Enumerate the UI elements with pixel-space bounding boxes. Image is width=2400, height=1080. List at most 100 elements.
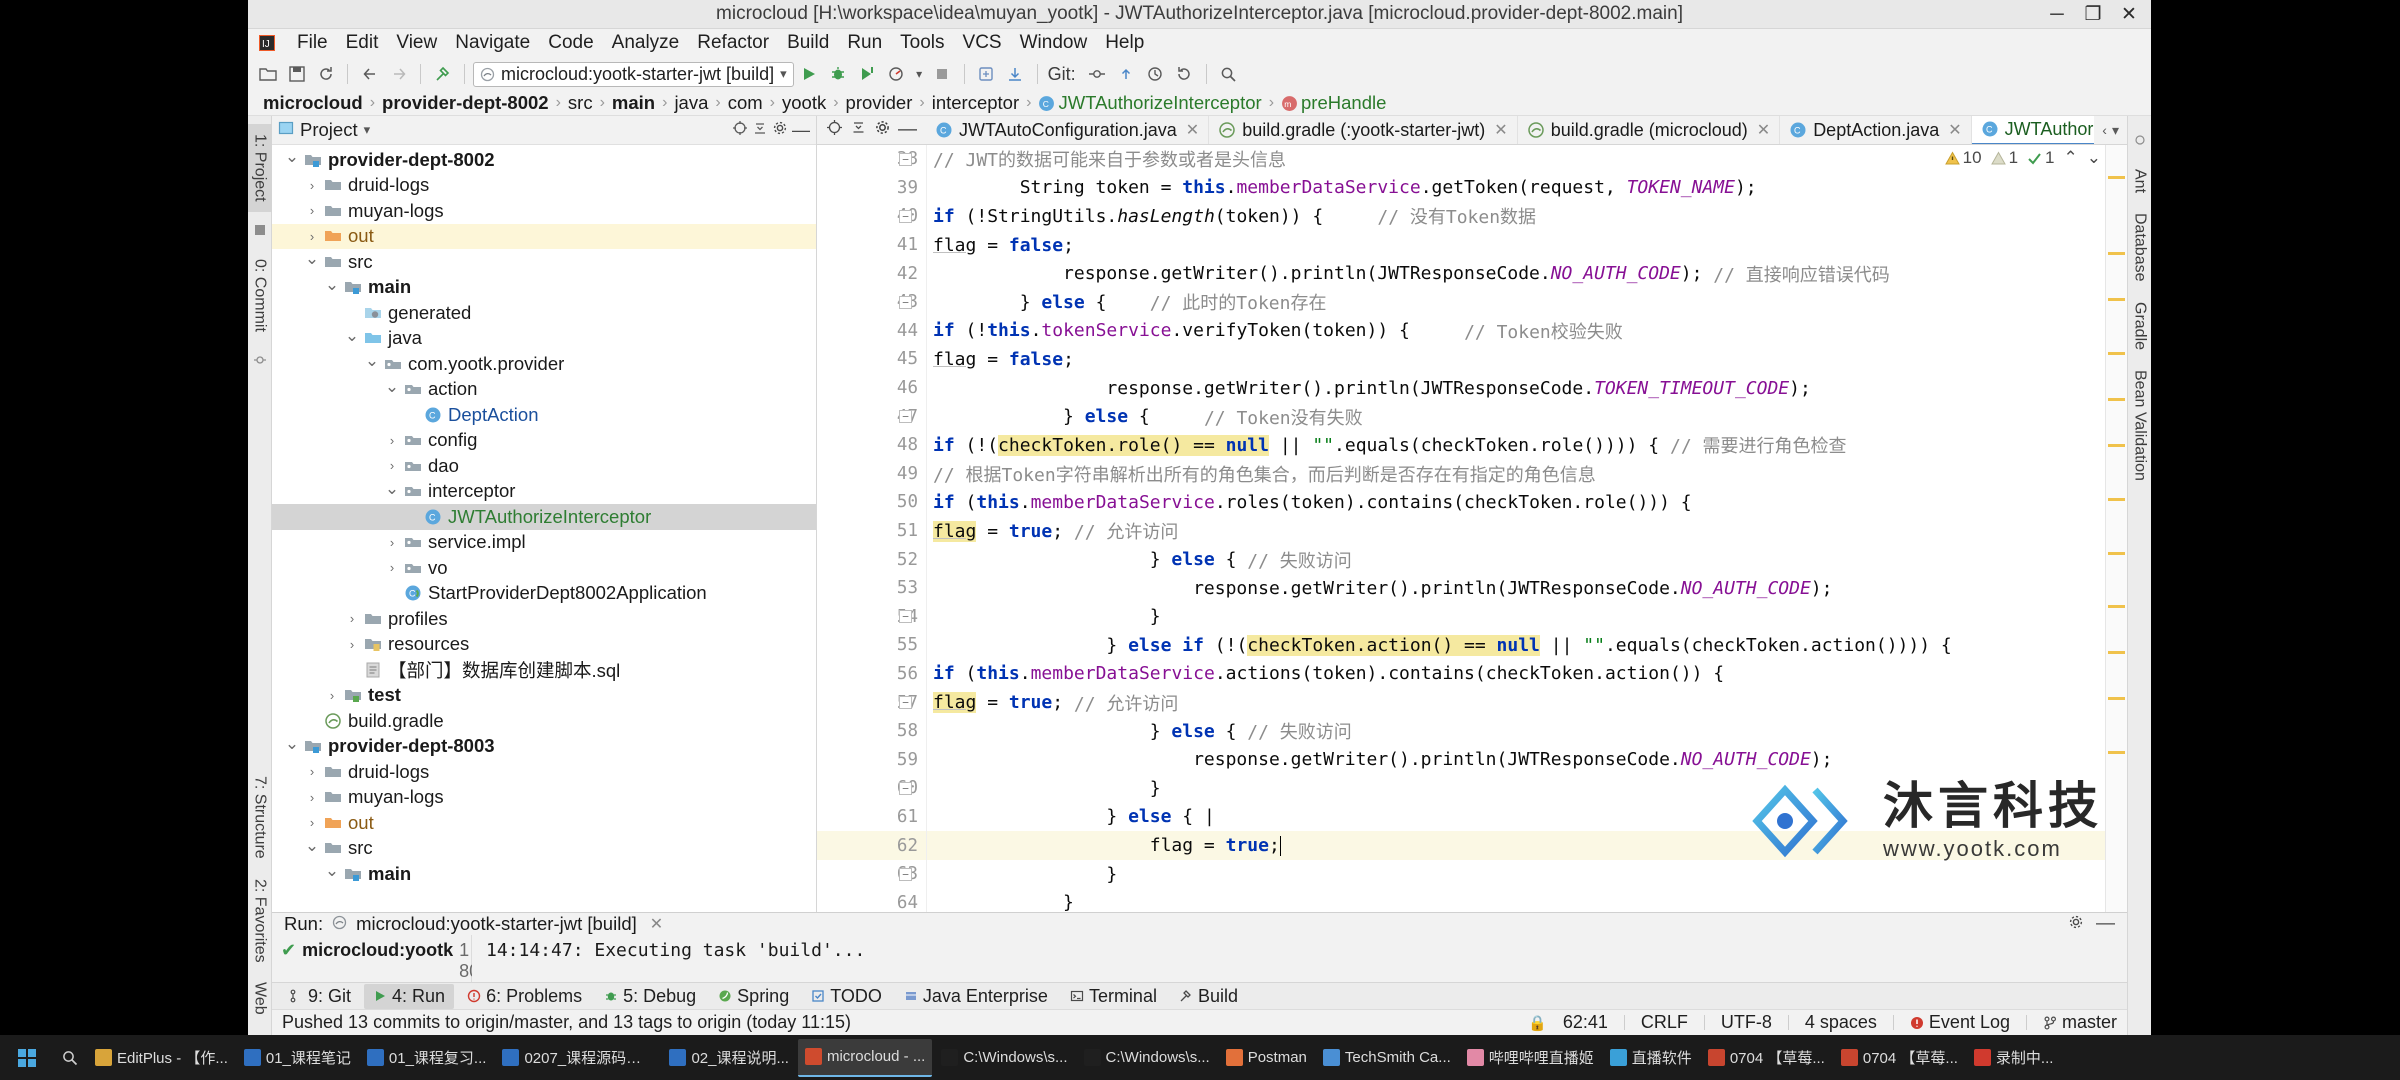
tree-node[interactable]: ⌄ main [272,861,816,887]
hide-run-panel-icon[interactable]: — [2096,914,2115,933]
code-fold-marker-icon[interactable]: − [899,781,912,795]
menu-build[interactable]: Build [778,30,838,56]
code-line[interactable]: // 根据Token字符串解析出所有的角色集合，而后判断是否存在有指定的角色信息 [927,460,2105,489]
commit-icon[interactable] [1084,61,1111,88]
weak-warning-badge[interactable]: 1 [1990,148,2018,168]
breadcrumb-item-yootk[interactable]: yootk [777,92,831,114]
menu-analyze[interactable]: Analyze [603,30,689,56]
bottom-tab-9-git[interactable]: 9: Git [280,984,360,1009]
tree-node[interactable]: › resources [272,632,816,658]
code-line[interactable]: } else if (!(checkToken.action() == null… [927,631,2105,660]
tree-node[interactable]: C JWTAuthorizeInterceptor [272,504,816,530]
taskbar-item[interactable]: microcloud - ... [797,1038,933,1077]
run-task-name[interactable]: microcloud:yootk [302,940,453,961]
breadcrumb-item-jwtauthorizeinterceptor[interactable]: C JWTAuthorizeInterceptor [1033,92,1266,114]
taskbar-item[interactable]: 02_课程说明... [662,1039,796,1077]
run-configuration-selector[interactable]: microcloud:yootk-starter-jwt [build] ▾ [473,61,794,87]
error-stripe-mark[interactable] [2108,497,2125,501]
tree-node[interactable]: ⌄ interceptor [272,479,816,505]
code-fold-marker-icon[interactable]: − [899,152,912,166]
code-line[interactable]: } [927,603,2105,632]
breadcrumb-item-microcloud[interactable]: microcloud [258,92,368,114]
profiler-dropdown-icon[interactable]: ▾ [912,61,927,88]
code-line[interactable]: } else { | [927,803,2105,832]
tree-node[interactable]: 【部门】数据库创建脚本.sql [272,657,816,683]
tree-expand-arrow-icon[interactable]: ⌄ [302,249,322,269]
tree-node[interactable]: ⌄ provider-dept-8003 [272,734,816,760]
project-tree[interactable]: ⌄ provider-dept-8002 › druid-logs › muyan-log… [272,145,816,912]
inspection-widget[interactable]: 10 1 1 ⌃ ⌄ [1944,148,2101,168]
error-stripe-mark[interactable] [2108,398,2125,402]
bottom-tab-build[interactable]: Build [1170,984,1247,1009]
tree-expand-arrow-icon[interactable]: ⌄ [322,861,342,881]
breadcrumb-item-com[interactable]: com [723,92,768,114]
code-line[interactable]: if (! this. tokenService .verifyToken(token… [927,317,2105,346]
minimize-button[interactable]: ─ [2039,0,2075,29]
tree-expand-arrow-icon[interactable]: › [382,433,402,448]
settings-gear-icon[interactable] [2068,913,2084,935]
menu-edit[interactable]: Edit [337,30,388,56]
update-project-icon[interactable] [1002,61,1029,88]
locate-file-icon[interactable] [732,119,748,142]
error-stripe-mark[interactable] [2108,551,2125,555]
error-stripe-mark[interactable] [2108,298,2125,302]
close-icon[interactable]: ✕ [1186,120,1199,140]
code-fold-marker-icon[interactable]: − [899,209,912,223]
tree-expand-arrow-icon[interactable]: ⌄ [362,351,382,371]
chevron-down-icon[interactable]: ▾ [2112,122,2119,139]
tree-node[interactable]: › muyan-logs [272,198,816,224]
sidebar-item-structure[interactable]: 7: Structure [248,766,272,869]
sidebar-item-favorites[interactable]: 2: Favorites [248,869,272,973]
tree-expand-arrow-icon[interactable]: ⌄ [322,275,342,295]
chevron-down-icon[interactable]: ▾ [780,66,787,82]
close-button[interactable]: ✕ [2111,0,2147,29]
tree-node[interactable]: › service.impl [272,530,816,556]
tree-expand-arrow-icon[interactable]: › [382,458,402,473]
taskbar-item[interactable]: C:\Windows\s... [1077,1039,1217,1077]
sync-icon[interactable] [312,61,339,88]
tree-expand-arrow-icon[interactable]: › [302,229,322,244]
error-stripe-mark[interactable] [2108,605,2125,609]
error-stripe-mark[interactable] [2108,352,2125,356]
code-line[interactable]: } else { // 此时的Token存在 [927,288,2105,317]
collapse-all-editor-icon[interactable] [850,119,867,141]
hide-editor-panel-icon[interactable]: — [898,120,917,139]
tree-expand-arrow-icon[interactable]: › [302,203,322,218]
search-everywhere-icon[interactable] [1215,61,1242,88]
taskbar-item[interactable]: C:\Windows\s... [934,1039,1074,1077]
tree-node[interactable]: C StartProviderDept8002Application [272,581,816,607]
tree-node[interactable]: C DeptAction [272,402,816,428]
chevron-down-icon[interactable]: ▾ [364,122,371,138]
tree-expand-arrow-icon[interactable]: ⌄ [282,734,302,754]
editor-tab[interactable]: C JWTAutoConfiguration.java ✕ [926,116,1210,144]
editor-gutter[interactable]: 38− 39 40− 41 42 43− 44 45 46 47− 48 49 50 51 52 53 54− 5… [817,145,927,912]
menu-tools[interactable]: Tools [891,30,953,56]
start-button[interactable] [4,1038,50,1078]
run-icon[interactable] [796,61,823,88]
line-separator[interactable]: CRLF [1641,1012,1688,1033]
code-line[interactable]: } else { // 失败访问 [927,545,2105,574]
menu-file[interactable]: File [288,30,337,56]
error-stripe-mark[interactable] [2108,697,2125,701]
error-stripe-mark[interactable] [2108,750,2125,754]
tree-node[interactable]: build.gradle [272,708,816,734]
hide-panel-icon[interactable]: — [792,121,810,139]
tree-node[interactable]: ⌄ src [272,249,816,275]
menu-window[interactable]: Window [1011,30,1097,56]
inspection-ok-badge[interactable]: 1 [2027,148,2055,168]
warning-badge[interactable]: 10 [1944,148,1982,168]
code-line[interactable]: flag = false; [927,345,2105,374]
bottom-tab-spring[interactable]: Spring [709,984,798,1009]
breadcrumb-item-provider-dept-8002[interactable]: provider-dept-8002 [377,92,554,114]
sidebar-item-gradle[interactable]: Gradle [2128,292,2152,360]
taskbar-item[interactable]: 哔哩哔哩直播姬 [1460,1039,1601,1077]
bottom-tab-6-problems[interactable]: 6: Problems [458,984,591,1009]
tree-expand-arrow-icon[interactable]: › [302,178,322,193]
taskbar-item[interactable]: 0704 【草莓... [1834,1039,1965,1077]
taskbar-item[interactable]: 录制中... [1967,1039,2061,1077]
code-editor[interactable]: 38− 39 40− 41 42 43− 44 45 46 47− 48 49 50 51 52 53 54− 5… [817,145,2127,912]
sidebar-item-database[interactable]: Database [2128,203,2152,292]
taskbar-item[interactable]: 01_课程笔记 [237,1039,358,1077]
taskbar-item[interactable]: Postman [1219,1039,1314,1077]
taskbar-item[interactable]: 0207_课程源码笔... [495,1039,660,1077]
